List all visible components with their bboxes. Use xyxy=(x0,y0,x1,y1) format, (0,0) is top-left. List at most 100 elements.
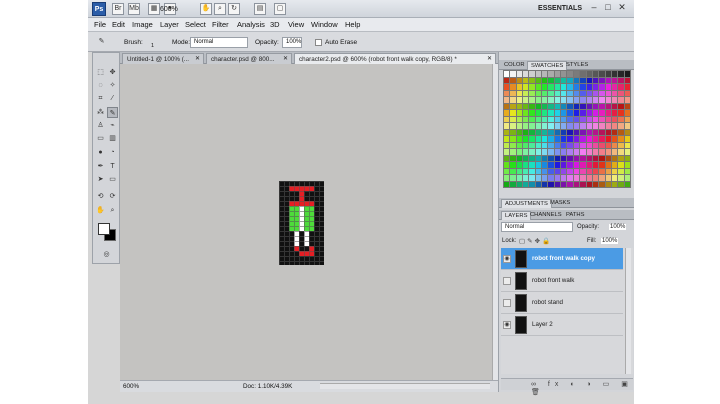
swatch-cell[interactable] xyxy=(605,168,611,174)
swatch-cell[interactable] xyxy=(573,77,580,83)
swatch-cell[interactable] xyxy=(529,181,535,187)
swatch-cell[interactable] xyxy=(624,84,630,90)
swatch-cell[interactable] xyxy=(516,123,523,129)
swatch-cell[interactable] xyxy=(573,168,580,174)
swatch-cell[interactable] xyxy=(573,123,580,129)
tab-swatches[interactable]: SWATCHES xyxy=(527,61,568,70)
swatch-cell[interactable] xyxy=(605,149,611,155)
bridge-icon[interactable]: Br xyxy=(112,3,124,15)
swatch-cell[interactable] xyxy=(542,77,548,83)
swatch-cell[interactable] xyxy=(510,110,516,116)
swatch-cell[interactable] xyxy=(535,90,542,96)
swatch-cell[interactable] xyxy=(516,129,523,135)
swatch-cell[interactable] xyxy=(599,77,605,83)
mini-bridge-icon[interactable]: Mb xyxy=(128,3,140,15)
swatch-cell[interactable] xyxy=(535,175,542,181)
swatch-cell[interactable] xyxy=(529,90,535,96)
swatch-cell[interactable] xyxy=(504,116,510,122)
swatch-cell[interactable] xyxy=(523,181,529,187)
history-brush-tool-icon[interactable]: ⌁ xyxy=(107,120,118,131)
swatch-cell[interactable] xyxy=(599,97,605,103)
swatch-cell[interactable] xyxy=(586,136,592,142)
swatch-cell[interactable] xyxy=(516,175,523,181)
swatch-cell[interactable] xyxy=(618,136,624,142)
swatch-cell[interactable] xyxy=(618,181,624,187)
3d-rotate-tool-icon[interactable]: ⟲ xyxy=(95,191,106,202)
visibility-eye-icon[interactable]: ◉ xyxy=(503,255,511,263)
swatch-cell[interactable] xyxy=(504,181,510,187)
swatch-cell[interactable] xyxy=(542,110,548,116)
swatch-cell[interactable] xyxy=(529,175,535,181)
swatch-cell[interactable] xyxy=(548,103,554,109)
swatch-cell[interactable] xyxy=(605,77,611,83)
pen-tool-icon[interactable]: ✒ xyxy=(95,161,106,172)
swatch-cell[interactable] xyxy=(542,103,548,109)
quick-mask-icon[interactable]: ◎ xyxy=(101,249,112,260)
menu-view[interactable]: View xyxy=(288,20,304,29)
swatch-cell[interactable] xyxy=(611,77,618,83)
swatch-cell[interactable] xyxy=(586,84,592,90)
swatch-cell[interactable] xyxy=(535,84,542,90)
swatch-cell[interactable] xyxy=(516,162,523,168)
swatch-cell[interactable] xyxy=(573,97,580,103)
swatch-cell[interactable] xyxy=(611,90,618,96)
swatch-cell[interactable] xyxy=(504,162,510,168)
swatch-cell[interactable] xyxy=(529,136,535,142)
swatch-cell[interactable] xyxy=(504,90,510,96)
swatch-cell[interactable] xyxy=(510,84,516,90)
swatch-cell[interactable] xyxy=(624,155,630,161)
swatch-cell[interactable] xyxy=(529,129,535,135)
path-selection-tool-icon[interactable]: ➤ xyxy=(95,174,106,185)
swatch-cell[interactable] xyxy=(548,110,554,116)
tab-adjustments[interactable]: ADJUSTMENTS xyxy=(501,199,552,208)
swatch-cell[interactable] xyxy=(510,155,516,161)
zoom-level-field[interactable]: 600% xyxy=(160,4,194,15)
menu-file[interactable]: File xyxy=(94,20,106,29)
visibility-eye-icon[interactable]: ◉ xyxy=(503,321,511,329)
swatch-cell[interactable] xyxy=(554,123,561,129)
swatch-cell[interactable] xyxy=(573,181,580,187)
swatch-cell[interactable] xyxy=(535,162,542,168)
swatch-cell[interactable] xyxy=(510,123,516,129)
swatch-cell[interactable] xyxy=(624,162,630,168)
fill-field[interactable]: 100% xyxy=(601,238,619,244)
swatch-cell[interactable] xyxy=(567,77,573,83)
layer-actions-icons[interactable]: ∞ fx ◐ ◑ ▭ ▣ 🗑 xyxy=(531,380,633,396)
swatch-cell[interactable] xyxy=(504,103,510,109)
swatch-cell[interactable] xyxy=(516,136,523,142)
swatch-cell[interactable] xyxy=(624,142,630,148)
swatch-cell[interactable] xyxy=(624,129,630,135)
swatch-cell[interactable] xyxy=(611,110,618,116)
swatch-cell[interactable] xyxy=(554,77,561,83)
swatch-cell[interactable] xyxy=(561,175,567,181)
menu-select[interactable]: Select xyxy=(185,20,206,29)
swatch-cell[interactable] xyxy=(548,77,554,83)
swatch-cell[interactable] xyxy=(510,90,516,96)
swatch-cell[interactable] xyxy=(567,168,573,174)
swatch-cell[interactable] xyxy=(535,155,542,161)
swatch-cell[interactable] xyxy=(529,155,535,161)
swatch-cell[interactable] xyxy=(586,77,592,83)
swatch-cell[interactable] xyxy=(624,136,630,142)
swatch-cell[interactable] xyxy=(529,162,535,168)
swatch-cell[interactable] xyxy=(554,181,561,187)
swatch-cell[interactable] xyxy=(561,168,567,174)
swatch-cell[interactable] xyxy=(510,136,516,142)
swatch-cell[interactable] xyxy=(554,162,561,168)
menu-window[interactable]: Window xyxy=(311,20,338,29)
tab-channels[interactable]: CHANNELS xyxy=(527,211,565,220)
swatch-cell[interactable] xyxy=(592,84,599,90)
swatch-cell[interactable] xyxy=(618,129,624,135)
swatch-cell[interactable] xyxy=(567,116,573,122)
swatch-cell[interactable] xyxy=(611,168,618,174)
canvas-horizontal-scrollbar[interactable] xyxy=(320,383,490,389)
swatch-cell[interactable] xyxy=(554,129,561,135)
swatch-cell[interactable] xyxy=(573,155,580,161)
swatches-grid[interactable] xyxy=(503,70,631,188)
swatch-cell[interactable] xyxy=(542,168,548,174)
swatch-cell[interactable] xyxy=(592,97,599,103)
eraser-tool-icon[interactable]: ▭ xyxy=(95,133,106,144)
tab-color[interactable]: COLOR xyxy=(501,61,528,70)
swatch-cell[interactable] xyxy=(535,71,542,77)
swatch-cell[interactable] xyxy=(523,155,529,161)
